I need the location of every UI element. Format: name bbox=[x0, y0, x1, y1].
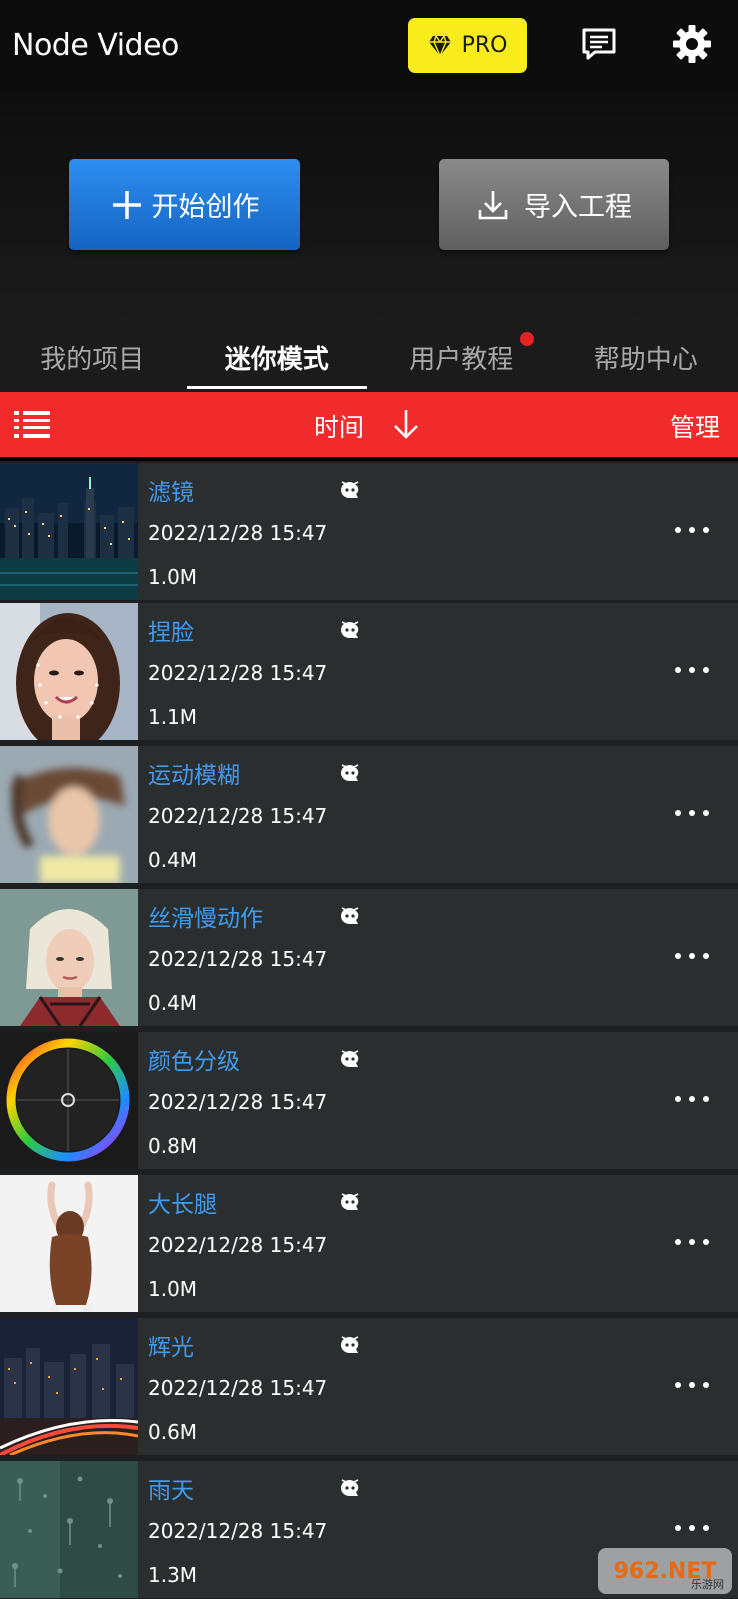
start-create-button[interactable]: 开始创作 bbox=[69, 159, 300, 250]
download-icon bbox=[478, 190, 508, 219]
project-size: 1.1M bbox=[148, 705, 198, 729]
mini-mode-icon bbox=[341, 907, 359, 924]
thumbnail-image bbox=[0, 1461, 138, 1598]
thumbnail-image bbox=[0, 1175, 138, 1312]
mini-mode-icon bbox=[341, 481, 359, 498]
project-date: 2022/12/28 15:47 bbox=[148, 1090, 328, 1114]
project-size: 0.4M bbox=[148, 991, 198, 1015]
project-title: 雨天 bbox=[148, 1478, 194, 1504]
more-options-icon[interactable] bbox=[672, 663, 712, 677]
project-size: 1.0M bbox=[148, 1277, 198, 1301]
thumbnail-image bbox=[0, 603, 138, 740]
project-size: 0.4M bbox=[148, 848, 198, 872]
project-date: 2022/12/28 15:47 bbox=[148, 1376, 328, 1400]
app-header: Node Video PRO bbox=[0, 0, 738, 92]
project-date: 2022/12/28 15:47 bbox=[148, 661, 328, 685]
project-title: 捏脸 bbox=[148, 620, 194, 646]
list-icon[interactable] bbox=[14, 410, 50, 439]
gear-icon[interactable] bbox=[672, 24, 712, 64]
tab-user-tutorial[interactable]: 用户教程 bbox=[369, 322, 554, 392]
project-title: 滤镜 bbox=[148, 480, 194, 506]
mini-mode-icon bbox=[341, 621, 359, 638]
mini-mode-icon bbox=[341, 1193, 359, 1210]
project-date: 2022/12/28 15:47 bbox=[148, 521, 328, 545]
start-create-label: 开始创作 bbox=[151, 192, 260, 223]
tab-bar: 我的项目 迷你模式 用户教程 帮助中心 bbox=[0, 322, 738, 392]
tab-my-projects[interactable]: 我的项目 bbox=[0, 322, 185, 392]
project-row[interactable]: 大长腿 2022/12/28 15:47 1.0M bbox=[0, 1175, 738, 1312]
project-date: 2022/12/28 15:47 bbox=[148, 1519, 328, 1543]
more-options-icon[interactable] bbox=[672, 1235, 712, 1249]
project-date: 2022/12/28 15:47 bbox=[148, 804, 328, 828]
more-options-icon[interactable] bbox=[672, 1521, 712, 1535]
project-size: 1.0M bbox=[148, 565, 198, 589]
more-options-icon[interactable] bbox=[672, 523, 712, 537]
watermark-sub: 乐游网 bbox=[691, 1578, 724, 1591]
notification-dot bbox=[519, 332, 534, 346]
diamond-icon bbox=[428, 35, 451, 56]
project-title: 大长腿 bbox=[148, 1192, 217, 1218]
project-size: 0.8M bbox=[148, 1134, 198, 1158]
project-size: 0.6M bbox=[148, 1420, 198, 1444]
more-options-icon[interactable] bbox=[672, 806, 712, 820]
message-icon[interactable] bbox=[581, 26, 617, 62]
thumbnail-image bbox=[0, 889, 138, 1026]
project-title: 运动模糊 bbox=[148, 763, 240, 789]
mini-mode-icon bbox=[341, 1336, 359, 1353]
more-options-icon[interactable] bbox=[672, 949, 712, 963]
tab-label: 帮助中心 bbox=[593, 344, 698, 375]
project-row[interactable]: 颜色分级 2022/12/28 15:47 0.8M bbox=[0, 1032, 738, 1169]
project-row[interactable]: 捏脸 2022/12/28 15:47 1.1M bbox=[0, 603, 738, 740]
project-date: 2022/12/28 15:47 bbox=[148, 947, 328, 971]
sort-time-label[interactable]: 时间 bbox=[314, 408, 364, 444]
action-area: 开始创作 导入工程 bbox=[0, 92, 738, 322]
tab-label: 用户教程 bbox=[409, 344, 514, 375]
tab-help-center[interactable]: 帮助中心 bbox=[554, 322, 738, 392]
app-title: Node Video bbox=[12, 28, 179, 63]
sort-bar: 时间 管理 bbox=[0, 392, 738, 457]
mini-mode-icon bbox=[341, 764, 359, 781]
project-row[interactable]: 滤镜 2022/12/28 15:47 1.0M bbox=[0, 463, 738, 600]
import-project-button[interactable]: 导入工程 bbox=[439, 159, 669, 250]
tab-label: 我的项目 bbox=[40, 344, 145, 375]
more-options-icon[interactable] bbox=[672, 1092, 712, 1106]
project-title: 丝滑慢动作 bbox=[148, 906, 263, 932]
pro-label: PRO bbox=[461, 33, 508, 58]
more-options-icon[interactable] bbox=[672, 1378, 712, 1392]
mini-mode-icon bbox=[341, 1050, 359, 1067]
import-project-label: 导入工程 bbox=[524, 192, 632, 223]
project-title: 辉光 bbox=[148, 1335, 194, 1361]
tab-mini-mode[interactable]: 迷你模式 bbox=[185, 322, 370, 392]
thumbnail-image bbox=[0, 1318, 138, 1455]
thumbnail-image bbox=[0, 1032, 138, 1169]
plus-icon bbox=[112, 190, 141, 219]
tab-label: 迷你模式 bbox=[224, 344, 329, 375]
thumbnail-image bbox=[0, 463, 138, 600]
watermark-logo: 962.NET 乐游网 bbox=[598, 1548, 732, 1594]
arrow-down-icon[interactable] bbox=[392, 408, 420, 440]
pro-button[interactable]: PRO bbox=[408, 18, 527, 73]
manage-button[interactable]: 管理 bbox=[670, 408, 720, 444]
project-title: 颜色分级 bbox=[148, 1049, 240, 1075]
project-row[interactable]: 运动模糊 2022/12/28 15:47 0.4M bbox=[0, 746, 738, 883]
project-date: 2022/12/28 15:47 bbox=[148, 1233, 328, 1257]
project-size: 1.3M bbox=[148, 1563, 198, 1587]
project-row[interactable]: 辉光 2022/12/28 15:47 0.6M bbox=[0, 1318, 738, 1455]
project-row[interactable]: 丝滑慢动作 2022/12/28 15:47 0.4M bbox=[0, 889, 738, 1026]
mini-mode-icon bbox=[341, 1479, 359, 1496]
project-list: 滤镜 2022/12/28 15:47 1.0M 捏脸 2022/12/28 1… bbox=[0, 461, 738, 1599]
thumbnail-image bbox=[0, 746, 138, 883]
